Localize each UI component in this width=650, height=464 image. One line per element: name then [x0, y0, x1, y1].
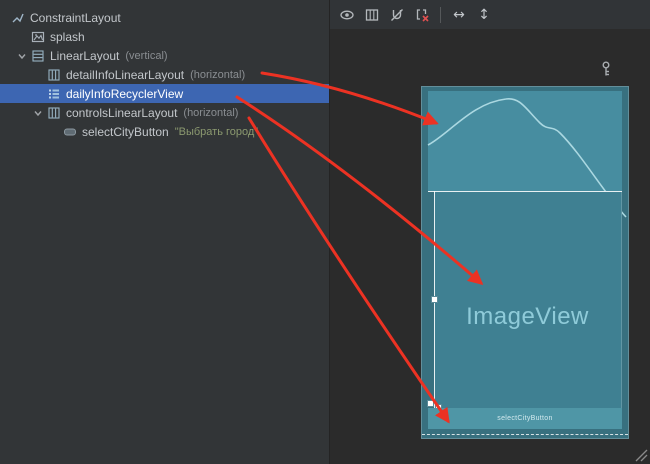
designer-toolbar: ↔ ↕ [330, 0, 650, 30]
constraint-layout-icon [10, 11, 26, 25]
detail-info-panel-preview[interactable] [428, 91, 622, 191]
tree-item-annotation: (vertical) [125, 50, 167, 62]
tree-item-label: splash [50, 30, 85, 44]
designer-canvas[interactable]: ImageView selectCityButton [330, 29, 650, 464]
arrow-vertical-icon[interactable]: ↕ [475, 6, 493, 24]
tree-item-annotation: (horizontal) [190, 69, 245, 81]
view-options-icon[interactable] [338, 6, 356, 24]
resize-handle-bottom-left[interactable] [427, 400, 434, 407]
tree-item-label: controlsLinearLayout [66, 106, 177, 120]
selection-dashed-bottom [422, 434, 628, 435]
tree-item-label: detailInfoLinearLayout [66, 68, 184, 82]
autoconnect-off-icon[interactable] [388, 6, 406, 24]
component-tree: ConstraintLayout splash [0, 0, 330, 464]
tree-item-constraintlayout[interactable]: ConstraintLayout [0, 8, 329, 27]
tree-item-label: ConstraintLayout [30, 11, 121, 25]
tree-item-label: dailyInfoRecyclerView [66, 87, 183, 101]
recycler-view-preview[interactable]: ImageView [434, 191, 622, 408]
tree-item-annotation: "Выбрать город" [175, 126, 258, 138]
tree-item-label: LinearLayout [50, 49, 119, 63]
design-blueprint-icon[interactable] [363, 6, 381, 24]
linear-layout-horizontal-icon [46, 68, 62, 82]
layout-editor-window: ConstraintLayout splash [0, 0, 650, 464]
tree-item-selectcitybutton[interactable]: selectCityButton "Выбрать город" [0, 122, 329, 141]
select-city-button-label: selectCityButton [497, 415, 552, 422]
clear-constraints-icon[interactable] [413, 6, 431, 24]
tree-item-dailyinforecyclerview[interactable]: dailyInfoRecyclerView [0, 84, 329, 103]
imageview-label: ImageView [434, 303, 621, 331]
arrow-horizontal-icon[interactable]: ↔ [450, 6, 468, 24]
design-preview[interactable]: ImageView selectCityButton [421, 86, 629, 439]
key-icon [597, 60, 615, 78]
recycler-view-icon [46, 87, 62, 101]
resize-handle-left[interactable] [431, 296, 438, 303]
tree-item-annotation: (horizontal) [183, 107, 238, 119]
selection-line-top [428, 191, 622, 192]
chevron-down-icon[interactable] [14, 49, 30, 63]
button-icon [62, 125, 78, 139]
design-surface: ↔ ↕ ImageView [330, 0, 650, 464]
window-resize-grip[interactable] [632, 446, 648, 462]
tree-item-label: selectCityButton [82, 125, 169, 139]
tree-item-splash[interactable]: splash [0, 27, 329, 46]
tree-item-linearlayout[interactable]: LinearLayout (vertical) [0, 46, 329, 65]
toolbar-separator [440, 7, 441, 23]
linear-layout-horizontal-icon [46, 106, 62, 120]
linear-layout-vertical-icon [30, 49, 46, 63]
image-icon [30, 30, 46, 44]
chevron-down-icon[interactable] [30, 106, 46, 120]
tree-item-controlslinearlayout[interactable]: controlsLinearLayout (horizontal) [0, 103, 329, 122]
select-city-button-preview[interactable]: selectCityButton [428, 408, 622, 429]
tree-item-detailinfolinearlayout[interactable]: detailInfoLinearLayout (horizontal) [0, 65, 329, 84]
